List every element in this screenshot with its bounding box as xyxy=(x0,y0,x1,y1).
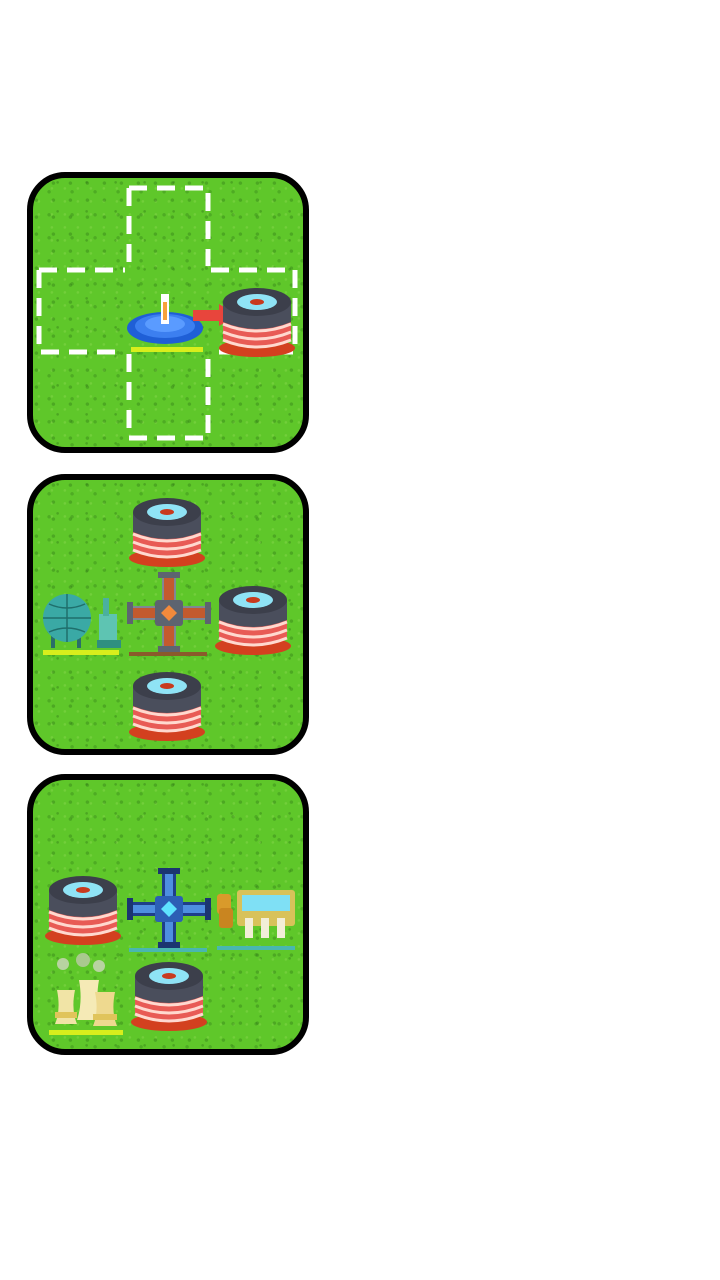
storage-tank[interactable] xyxy=(217,282,297,360)
yellow-underline xyxy=(49,1030,123,1035)
storage-tank[interactable] xyxy=(43,870,123,948)
teal-underline xyxy=(129,948,207,952)
empty-slot-left xyxy=(36,267,125,355)
yellow-underline xyxy=(43,650,119,655)
empty-slot-bottom xyxy=(126,354,211,441)
brown-underline xyxy=(129,652,207,656)
pipe-junction-blue[interactable] xyxy=(125,864,211,954)
level-panel-1[interactable] xyxy=(27,172,309,453)
water-treatment-plant[interactable] xyxy=(215,880,297,954)
yellow-underline xyxy=(131,347,203,352)
cooling-towers[interactable] xyxy=(43,950,127,1040)
level-panel-3[interactable] xyxy=(27,774,309,1055)
teal-underline xyxy=(217,946,295,950)
storage-tank[interactable] xyxy=(213,580,293,658)
level-panel-2[interactable] xyxy=(27,474,309,755)
storage-tank[interactable] xyxy=(127,492,207,570)
storage-tank[interactable] xyxy=(129,956,209,1034)
empty-slot-top xyxy=(126,185,211,266)
pipe-junction-copper[interactable] xyxy=(125,568,211,658)
storage-tank[interactable] xyxy=(127,666,207,744)
gas-plant[interactable] xyxy=(39,584,125,658)
